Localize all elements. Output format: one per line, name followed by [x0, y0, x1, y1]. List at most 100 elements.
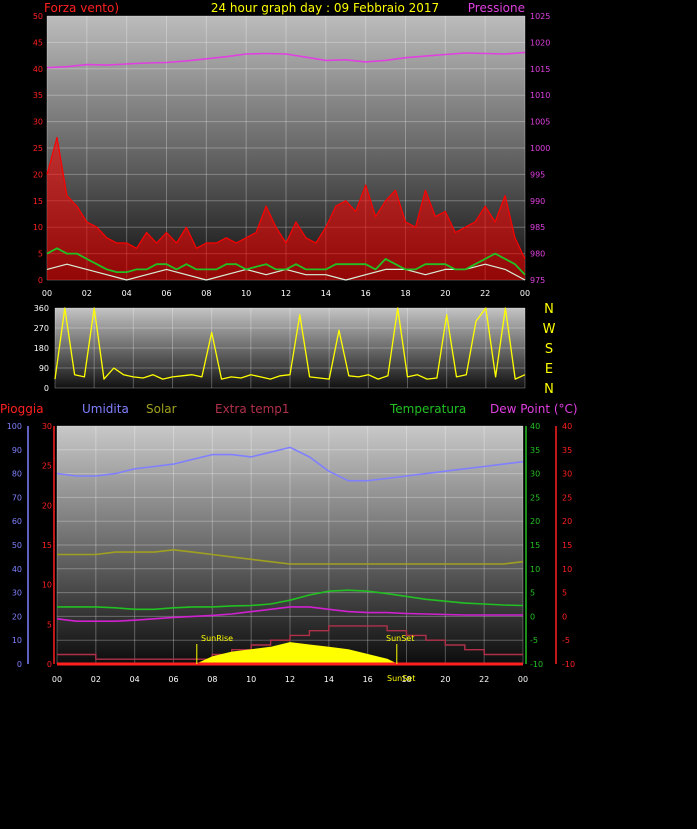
rain-pct-y-tick: 10: [12, 636, 22, 645]
legend-dew-point: Dew Point (°C): [490, 402, 578, 416]
wind-y-tick: 30: [33, 118, 43, 127]
rain-pct-y-tick: 0: [17, 660, 22, 669]
wind-y-tick: 45: [33, 38, 43, 47]
rain-mm-y-tick: 5: [47, 620, 52, 629]
pressure-y-tick: 1010: [530, 91, 550, 100]
wind-y-tick: 20: [33, 170, 43, 179]
temp-y-tick: 30: [530, 470, 540, 479]
x-tick-top: 10: [241, 289, 251, 298]
pressure-y-tick: 995: [530, 170, 545, 179]
rain-pct-y-tick: 50: [12, 541, 22, 550]
direction-y-tick: 360: [34, 304, 49, 313]
x-tick-bottom: 10: [246, 675, 256, 684]
rain-mm-y-tick: 15: [42, 541, 52, 550]
rain-pct-y-tick: 20: [12, 612, 22, 621]
dew-y-tick: 5: [562, 589, 567, 598]
compass-label: E: [545, 362, 553, 377]
dew-y-tick: 15: [562, 541, 572, 550]
temp-y-tick: 0: [530, 612, 535, 621]
wind-y-tick: 50: [33, 12, 43, 21]
rain-pct-y-tick: 40: [12, 565, 22, 574]
compass-label: N: [544, 382, 554, 397]
x-tick-bottom: 00: [518, 675, 528, 684]
dew-y-tick: 20: [562, 517, 572, 526]
x-tick-top: 04: [122, 289, 132, 298]
pressure-y-tick: 975: [530, 276, 545, 285]
x-tick-bottom: 12: [285, 675, 295, 684]
sunrise-label: SunRise: [201, 634, 233, 643]
pressure-y-tick: 1005: [530, 118, 550, 127]
dew-y-tick: 40: [562, 422, 572, 431]
legend-rain: Pioggia: [0, 402, 44, 416]
x-tick-top: 18: [400, 289, 410, 298]
pressure-y-tick: 1020: [530, 38, 550, 47]
graph-canvas: Forza vento) 24 hour graph day : 09 Febb…: [0, 1, 578, 684]
rain-mm-y-tick: 20: [42, 501, 52, 510]
x-tick-bottom: 16: [363, 675, 373, 684]
x-tick-bottom: 08: [207, 675, 217, 684]
x-tick-top: 20: [440, 289, 450, 298]
rain-mm-y-tick: 30: [42, 422, 52, 431]
direction-y-tick: 90: [39, 364, 49, 373]
wind-y-tick: 0: [38, 276, 43, 285]
rain-pct-y-tick: 100: [7, 422, 22, 431]
wind-y-tick: 10: [33, 223, 43, 232]
wind-y-tick: 15: [33, 197, 43, 206]
pressure-y-tick: 980: [530, 250, 545, 259]
x-tick-top: 08: [201, 289, 211, 298]
rain-mm-y-tick: 0: [47, 660, 52, 669]
dew-y-tick: 25: [562, 493, 572, 502]
direction-y-tick: 0: [44, 384, 49, 393]
x-tick-bottom: 20: [440, 675, 450, 684]
x-tick-bottom: 00: [52, 675, 62, 684]
sunset-label: SunSet: [386, 634, 414, 643]
page-title: 24 hour graph day : 09 Febbraio 2017: [211, 1, 439, 15]
dew-y-tick: -10: [562, 660, 575, 669]
wind-y-tick: 35: [33, 91, 43, 100]
sunset-axis-label: SunSet: [387, 674, 415, 683]
wind-y-tick: 40: [33, 65, 43, 74]
temp-y-tick: 40: [530, 422, 540, 431]
x-tick-top: 02: [82, 289, 92, 298]
direction-y-tick: 180: [34, 344, 49, 353]
x-tick-bottom: 22: [479, 675, 489, 684]
dew-y-tick: 35: [562, 446, 572, 455]
x-tick-bottom: 06: [168, 675, 178, 684]
x-tick-top: 12: [281, 289, 291, 298]
temp-y-tick: -5: [530, 636, 538, 645]
direction-y-tick: 270: [34, 324, 49, 333]
temp-y-tick: 20: [530, 517, 540, 526]
legend-extra-temp: Extra temp1: [215, 402, 290, 416]
x-tick-top: 22: [480, 289, 490, 298]
wind-title: Forza vento): [44, 1, 119, 15]
temp-y-tick: 35: [530, 446, 540, 455]
pressure-y-tick: 1000: [530, 144, 550, 153]
dew-y-tick: 30: [562, 470, 572, 479]
x-tick-top: 00: [42, 289, 52, 298]
rain-pct-y-tick: 30: [12, 589, 22, 598]
temp-y-tick: 10: [530, 565, 540, 574]
x-tick-bottom: 04: [130, 675, 140, 684]
rain-mm-y-tick: 10: [42, 581, 52, 590]
temp-y-tick: 5: [530, 589, 535, 598]
dew-y-tick: 10: [562, 565, 572, 574]
dew-y-tick: -5: [562, 636, 570, 645]
rain-pct-y-tick: 90: [12, 446, 22, 455]
compass-label: W: [543, 322, 556, 337]
temp-y-tick: -10: [530, 660, 543, 669]
wind-y-tick: 25: [33, 144, 43, 153]
pressure-title: Pressione: [468, 1, 525, 15]
rain-mm-y-tick: 25: [42, 462, 52, 471]
x-tick-top: 00: [520, 289, 530, 298]
x-tick-bottom: 02: [91, 675, 101, 684]
x-tick-top: 16: [361, 289, 371, 298]
legend-humidity: Umidita: [82, 402, 129, 416]
weather-24h-graph: Forza vento) 24 hour graph day : 09 Febb…: [0, 0, 697, 825]
temp-y-tick: 15: [530, 541, 540, 550]
x-tick-top: 06: [161, 289, 171, 298]
wind-y-tick: 5: [38, 250, 43, 259]
pressure-y-tick: 985: [530, 223, 545, 232]
legend-solar: Solar: [146, 402, 177, 416]
compass-label: S: [545, 342, 553, 357]
dew-y-tick: 0: [562, 612, 567, 621]
